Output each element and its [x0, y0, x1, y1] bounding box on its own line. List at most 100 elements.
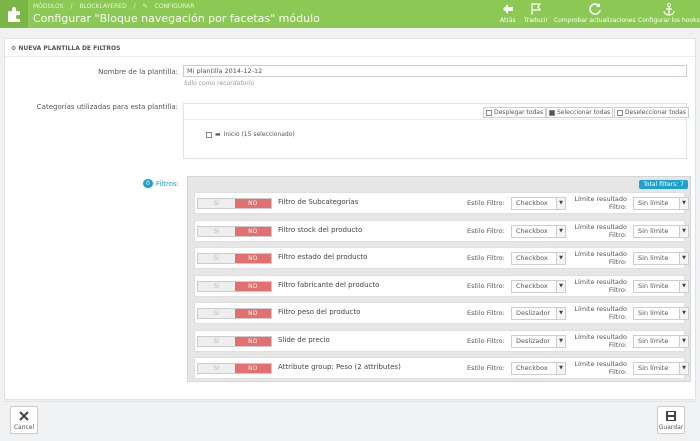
chevron-down-icon: ▼ — [679, 335, 688, 347]
template-name-label: Nombre de la plantilla: — [98, 68, 178, 76]
configure-hooks-button[interactable]: Configurar los hooks — [638, 2, 700, 24]
expand-all-label: Desplegar todas — [494, 109, 544, 116]
filter-limit-select[interactable]: Sin límite ▼ — [633, 307, 689, 320]
filter-limit-value: Sin límite — [638, 281, 669, 290]
translate-label: Traducir — [524, 17, 548, 24]
toggle-no[interactable]: NO — [234, 364, 271, 373]
filter-limit-value: Sin límite — [638, 364, 669, 372]
expand-all-button[interactable]: Desplegar todas — [483, 107, 547, 118]
filter-row[interactable]: SÍ NO Filtro de Subcategorías Estilo Filtro… — [194, 192, 689, 214]
save-button[interactable]: Guardar — [657, 406, 685, 434]
filter-style-label: Estilo Filtro: — [467, 254, 505, 262]
filter-name: Filtro stock del producto — [278, 225, 363, 234]
chevron-down-icon: ▼ — [679, 198, 688, 209]
breadcrumb-item[interactable]: BLOCKLAYERED — [79, 3, 126, 10]
flag-icon — [531, 3, 542, 15]
filter-style-value: Checkbox — [516, 281, 548, 290]
filter-style-select[interactable]: Deslizador ▼ — [511, 334, 566, 348]
filter-row[interactable]: SÍ NO Filtro peso del producto Estilo Filtr… — [194, 302, 689, 324]
filter-toggle[interactable]: SÍ NO — [197, 198, 272, 209]
filter-toggle[interactable]: SÍ NO — [197, 225, 272, 237]
filter-limit-select[interactable]: Sin límite ▼ — [633, 224, 689, 238]
toggle-no[interactable]: NO — [234, 226, 271, 236]
tree-root-node[interactable]: ▬ Inicio (15 seleccionado) — [206, 131, 295, 138]
toggle-no[interactable]: NO — [234, 254, 271, 263]
filter-toggle[interactable]: SÍ NO — [197, 280, 272, 292]
filter-style-value: Deslizador — [516, 336, 551, 345]
filter-limit-value: Sin límite — [638, 199, 669, 207]
template-name-input[interactable]: Mi plantilla 2014-12-12 — [183, 65, 687, 77]
toggle-yes[interactable]: SÍ — [198, 309, 235, 318]
filter-limit-label: Límite resultado Filtro: — [574, 332, 627, 349]
checked-box-icon — [549, 109, 555, 116]
filter-style-select[interactable]: Checkbox ▼ — [511, 252, 566, 265]
filter-limit-select[interactable]: Sin límite ▼ — [633, 362, 689, 375]
breadcrumb: MÓDULOS / BLOCKLAYERED / ✎ CONFIGURAR — [33, 3, 195, 10]
toggle-no[interactable]: NO — [234, 336, 271, 346]
filter-limit-select[interactable]: Sin límite ▼ — [633, 252, 689, 265]
filter-row[interactable]: SÍ NO Filtro fabricante del producto Estilo… — [194, 274, 689, 297]
tree-node-checkbox[interactable] — [206, 131, 212, 138]
anchor-icon — [663, 3, 675, 16]
filter-name: Filtro peso del producto — [278, 308, 361, 316]
total-filters-badge: Total filters: 7 — [639, 180, 688, 189]
chevron-down-icon: ▼ — [679, 225, 688, 237]
filter-style-select[interactable]: Deslizador ▼ — [511, 307, 566, 320]
toggle-yes[interactable]: SÍ — [198, 254, 235, 263]
check-updates-button[interactable]: Comprobar actualizaciones — [554, 2, 636, 24]
filter-style-value: Checkbox — [516, 254, 548, 262]
breadcrumb-item[interactable]: MÓDULOS — [33, 3, 64, 10]
filter-style-label: Estilo Filtro: — [467, 199, 505, 207]
toggle-yes[interactable]: SÍ — [198, 199, 235, 208]
filter-style-select[interactable]: Checkbox ▼ — [511, 224, 566, 238]
filter-toggle[interactable]: SÍ NO — [197, 335, 272, 347]
toggle-yes[interactable]: SÍ — [198, 364, 235, 373]
filter-style-label: Estilo Filtro: — [467, 309, 505, 317]
filter-limit-select[interactable]: Sin límite ▼ — [633, 279, 689, 293]
select-all-label: Seleccionar todas — [557, 109, 611, 116]
filter-template-panel: ⚙ NUEVA PLANTILLA DE FILTROS Nombre de l… — [4, 38, 696, 400]
filter-name: Slide de precio — [278, 335, 330, 344]
cancel-button[interactable]: Cancel — [10, 406, 38, 434]
filter-row[interactable]: SÍ NO Attribute group: Peso (2 attributes)… — [194, 357, 689, 379]
toggle-no[interactable]: NO — [234, 309, 271, 318]
categories-label: Categorías utilizadas para esta plantill… — [36, 103, 178, 111]
gears-icon: ⚙ — [11, 45, 17, 52]
filter-toggle[interactable]: SÍ NO — [197, 253, 272, 264]
filter-row[interactable]: SÍ NO Slide de precio Estilo Filtro: Desliza… — [194, 329, 689, 352]
filter-style-value: Deslizador — [516, 309, 551, 317]
filter-limit-label: Límite resultado Filtro: — [574, 277, 627, 294]
filter-toggle[interactable]: SÍ NO — [197, 363, 272, 374]
toggle-no[interactable]: NO — [234, 199, 271, 208]
filter-style-select[interactable]: Checkbox ▼ — [511, 279, 566, 293]
chevron-down-icon: ▼ — [679, 308, 688, 319]
toggle-yes[interactable]: SÍ — [198, 281, 235, 291]
close-icon — [19, 410, 29, 421]
chevron-down-icon: ▼ — [556, 253, 565, 264]
puzzle-logo-icon — [0, 0, 28, 28]
filter-limit-label: Límite resultado Filtro: — [574, 195, 627, 211]
filter-toggle[interactable]: SÍ NO — [197, 308, 272, 319]
translate-button[interactable]: Traducir — [524, 2, 548, 24]
filter-style-select[interactable]: Checkbox ▼ — [511, 197, 566, 210]
template-name-hint: Sólo como recordatorio — [184, 80, 255, 87]
deselect-all-button[interactable]: Deseleccionar todas — [614, 107, 689, 118]
configure-hooks-label: Configurar los hooks — [638, 17, 700, 24]
refresh-icon — [589, 3, 601, 15]
breadcrumb-item[interactable]: CONFIGURAR — [155, 3, 195, 10]
folder-icon: ▬ — [215, 131, 221, 138]
check-updates-label: Comprobar actualizaciones — [554, 17, 636, 24]
back-button[interactable]: Atrás — [500, 2, 516, 24]
select-all-button[interactable]: Seleccionar todas — [546, 107, 614, 118]
toggle-yes[interactable]: SÍ — [198, 226, 235, 236]
toggle-yes[interactable]: SÍ — [198, 336, 235, 346]
filter-limit-select[interactable]: Sin límite ▼ — [633, 197, 689, 210]
filter-limit-value: Sin límite — [638, 336, 669, 345]
filter-name: Filtro estado del producto — [278, 253, 368, 261]
filter-row[interactable]: SÍ NO Filtro stock del producto Estilo Filt… — [194, 219, 689, 242]
chevron-down-icon: ▼ — [556, 225, 565, 237]
filter-row[interactable]: SÍ NO Filtro estado del producto Estilo Fil… — [194, 247, 689, 269]
filter-limit-select[interactable]: Sin límite ▼ — [633, 334, 689, 348]
filter-style-select[interactable]: Checkbox ▼ — [511, 362, 566, 375]
toggle-no[interactable]: NO — [234, 281, 271, 291]
